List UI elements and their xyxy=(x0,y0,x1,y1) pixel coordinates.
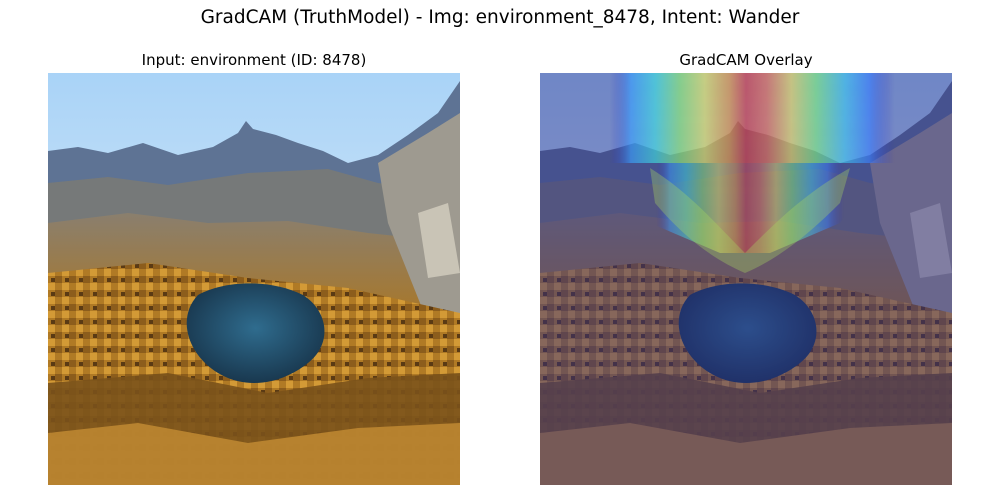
input-panel-title: Input: environment (ID: 8478) xyxy=(141,51,367,69)
landscape-photo-with-heatmap xyxy=(540,73,952,485)
landscape-photo xyxy=(48,73,460,485)
figure-title: GradCAM (TruthModel) - Img: environment_… xyxy=(200,7,800,28)
gradcam-overlay-image xyxy=(540,73,952,485)
input-image xyxy=(48,73,460,485)
overlay-panel-title: GradCAM Overlay xyxy=(679,51,813,69)
